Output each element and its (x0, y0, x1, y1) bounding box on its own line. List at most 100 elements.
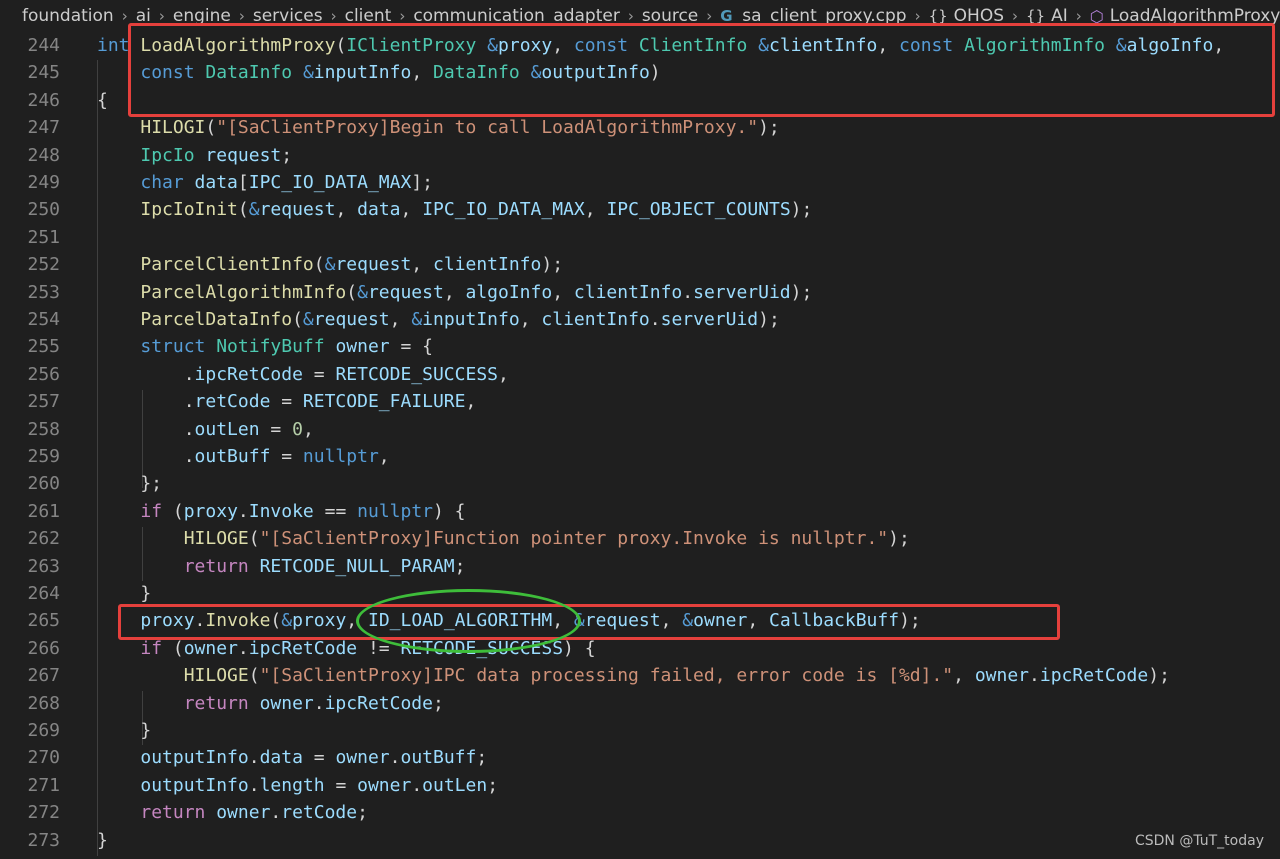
code-token: ) { (433, 500, 466, 522)
code-line[interactable]: 247 HILOGI("[SaClientProxy]Begin to call… (0, 114, 1280, 141)
code-line[interactable]: 252 ParcelClientInfo(&request, clientInf… (0, 251, 1280, 278)
code-line[interactable]: 270 outputInfo.data = owner.outBuff; (0, 744, 1280, 771)
code-token: , (953, 665, 975, 687)
code-token: . (1029, 665, 1040, 687)
code-text: ParcelClientInfo(&request, clientInfo); (97, 254, 563, 275)
code-line[interactable]: 257 .retCode = RETCODE_FAILURE, (0, 388, 1280, 415)
code-token: data (259, 747, 303, 769)
code-text: HILOGI("[SaClientProxy]Begin to call Loa… (97, 117, 779, 139)
code-line[interactable]: 256 .ipcRetCode = RETCODE_SUCCESS, (0, 361, 1280, 388)
code-line[interactable]: 268 return owner.ipcRetCode; (0, 690, 1280, 717)
code-token: clientInfo (541, 309, 650, 330)
code-token: outBuff (400, 747, 477, 769)
code-line[interactable]: 267 HILOGE("[SaClientProxy]IPC data proc… (0, 662, 1280, 689)
code-line[interactable]: 271 outputInfo.length = owner.outLen; (0, 772, 1280, 799)
code-token: outBuff (194, 446, 271, 467)
line-number: 262 (27, 528, 60, 550)
code-line[interactable]: 269 } (0, 717, 1280, 744)
code-token: length (259, 774, 325, 796)
code-token: & (411, 309, 423, 330)
code-token: ( (292, 309, 303, 330)
line-number: 248 (27, 144, 60, 166)
code-token: = (302, 747, 336, 769)
code-line[interactable]: 254 ParcelDataInfo(&request, &inputInfo,… (0, 306, 1280, 333)
code-token: serverUid (660, 309, 759, 330)
code-line[interactable]: 250 IpcIoInit(&request, data, IPC_IO_DAT… (0, 196, 1280, 223)
line-number: 268 (27, 692, 60, 714)
code-line[interactable]: 258 .outLen = 0, (0, 416, 1280, 443)
code-token: nullptr (357, 500, 433, 522)
code-editor[interactable]: 244 int LoadAlgorithmProxy(IClientProxy &… (0, 32, 1280, 859)
code-token: HILOGE (183, 665, 249, 687)
code-token: "[SaClientProxy]Begin to call LoadAlgori… (216, 117, 759, 139)
code-line[interactable]: 259 .outBuff = nullptr, (0, 443, 1280, 470)
code-token: RETCODE_FAILURE (302, 391, 466, 413)
code-token: . (389, 747, 401, 769)
code-line[interactable]: 260 }; (0, 470, 1280, 497)
code-token: serverUid (693, 281, 791, 303)
cpp-file-icon: G (720, 7, 733, 25)
line-number: 245 (27, 62, 60, 84)
code-token: ( (313, 254, 325, 276)
code-line[interactable]: 263 return RETCODE_NULL_PARAM; (0, 553, 1280, 580)
code-token: . (649, 309, 661, 330)
code-token: } (97, 720, 152, 741)
code-token: . (97, 446, 195, 467)
code-line[interactable]: 249 char data[IPC_IO_DATA_MAX]; (0, 169, 1280, 196)
line-number: 271 (27, 774, 60, 796)
code-text: return owner.ipcRetCode; (97, 693, 444, 714)
code-token: ParcelDataInfo (140, 309, 293, 330)
line-number: 267 (27, 665, 60, 687)
code-token: . (237, 500, 249, 522)
code-line[interactable]: 248 IpcIo request; (0, 142, 1280, 169)
code-line[interactable]: 253 ParcelAlgorithmInfo(&request, algoIn… (0, 279, 1280, 306)
breadcrumb-item[interactable]: foundation (22, 6, 114, 26)
code-token: ParcelClientInfo (140, 254, 314, 276)
code-token: struct (140, 336, 217, 358)
code-token: owner (357, 774, 412, 796)
code-token: request (335, 254, 412, 276)
code-token: HILOGE (183, 528, 249, 550)
code-token: ); (1148, 665, 1170, 687)
code-token: data (194, 172, 238, 193)
code-token: . (270, 802, 282, 824)
code-token: ParcelAlgorithmInfo (140, 281, 347, 303)
code-token: ipcRetCode (194, 363, 303, 385)
code-token: } (97, 829, 108, 851)
code-token: clientInfo (432, 254, 542, 276)
code-token: ); (790, 281, 813, 303)
code-line[interactable]: 262 HILOGE("[SaClientProxy]Function poin… (0, 525, 1280, 552)
code-token: , (378, 446, 390, 467)
line-number: 266 (27, 637, 60, 659)
code-token: IpcIoInit (140, 199, 238, 221)
code-token: . (682, 281, 694, 303)
code-token: ipcRetCode (1039, 665, 1149, 687)
code-token: , (465, 391, 477, 413)
code-token: . (248, 774, 260, 796)
code-token: return (183, 692, 260, 714)
code-text: } (97, 583, 151, 604)
line-number: 273 (27, 829, 60, 851)
code-token: data (357, 199, 401, 221)
code-token: } (97, 583, 152, 604)
code-line[interactable]: 264 } (0, 580, 1280, 607)
code-token: ( (205, 117, 217, 139)
line-number: 261 (27, 500, 60, 522)
code-token: ) { (563, 637, 596, 659)
code-line[interactable]: 261 if (proxy.Invoke == nullptr) { (0, 498, 1280, 525)
line-number: 264 (27, 583, 60, 604)
code-text: ParcelDataInfo(&request, &inputInfo, cli… (97, 309, 779, 330)
code-token: = (259, 418, 293, 440)
function-signature-highlight (128, 23, 1275, 117)
code-line[interactable]: 272 return owner.retCode; (0, 799, 1280, 826)
code-line[interactable]: 255 struct NotifyBuff owner = { (0, 333, 1280, 360)
line-number: 270 (27, 747, 60, 769)
code-token: , (584, 199, 607, 221)
code-line[interactable]: 251 (0, 224, 1280, 251)
code-token: IPC_IO_DATA_MAX (248, 172, 412, 193)
code-line[interactable]: 273} (0, 827, 1280, 854)
code-token: = { (389, 336, 433, 358)
code-token: request (259, 199, 336, 221)
